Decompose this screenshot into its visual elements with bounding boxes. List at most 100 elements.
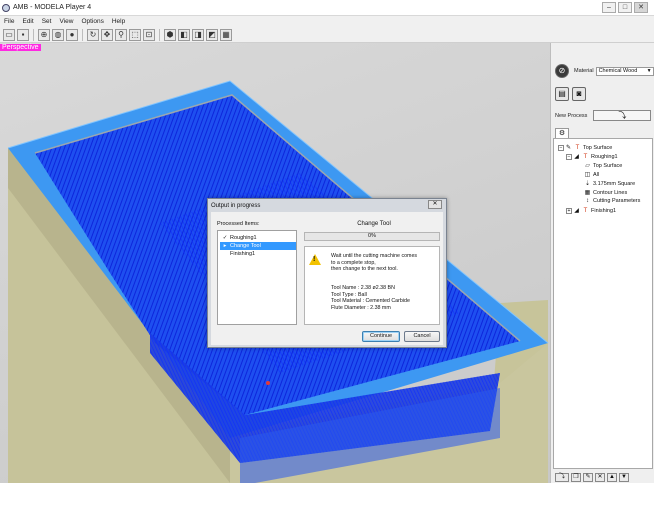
parameters-icon: ↕ [586,198,589,204]
menu-edit[interactable]: Edit [18,18,37,25]
material-select[interactable]: Chemical Wood ▼ [595,66,654,76]
tree-item-label: All [593,171,600,178]
toolpath-icon: ⤵ [618,111,627,120]
progress-text: 0% [368,233,376,239]
area-icon: ◫ [584,172,591,178]
add-process-icon[interactable]: ⤵ [555,473,569,482]
menu-bar: File Edit Set View Options Help [0,16,654,27]
new-process-row: New Process ⤵ [555,110,652,121]
list-item-label: Finishing1 [230,251,256,257]
material-label: Material [574,68,594,74]
app-icon [2,3,10,12]
fit-view-icon[interactable]: ⬚ [129,28,141,41]
pencil-icon: ✎ [565,145,572,151]
contour-icon: ▦ [584,190,591,196]
menu-view[interactable]: View [55,18,77,25]
tree-item-label: Cutting Parameters [593,198,641,204]
stock-icon[interactable]: ▤ [555,87,569,101]
toolbar: ▭ ▪ ⊕ ◍ ● ↻ ✥ ⚲ ⬚ ⊡ ⬢ ◧ ◨ ◩ ▦ [0,27,654,43]
warning-mark: ! [313,256,316,263]
list-item[interactable]: ✓ Roughing1 [220,234,296,242]
collapse-icon[interactable]: − [558,144,564,151]
toolpath-icon: ◢ [574,154,579,160]
close-button[interactable]: ✕ [634,2,648,13]
toolpath-icon: ◢ [574,208,579,214]
zoom-icon[interactable]: ⚲ [115,28,127,41]
tree-item-label: Top Surface [593,162,623,169]
message-line: then change to the next tool. [331,266,398,272]
continue-button[interactable]: Continue [362,331,400,342]
material-icon[interactable]: ⊘ [555,64,569,78]
list-item[interactable]: ▸ Change Tool [220,242,296,250]
output-progress-dialog: Output in progress ✕ Processed Items: ✓ … [207,198,447,348]
new-process-label: New Process [555,112,588,119]
collapse-icon[interactable]: − [566,153,572,160]
dialog-close-button[interactable]: ✕ [428,200,442,209]
window-controls: – □ ✕ [602,2,648,13]
tool-details: Tool Name : 2.38 ø2.38 BN Tool Type : Ba… [331,285,437,311]
tree-item-tool[interactable]: ⇣ 3.175mm Square [584,180,636,188]
save-icon[interactable]: ▪ [17,28,29,41]
tool-icon: T [575,144,580,151]
tree-item-label: Finishing1 [591,207,617,214]
tree-tools: ⤵ ❐ ✎ ✕ ▲ ▼ [555,473,629,482]
dialog-title: Output in progress [211,202,261,209]
delete-icon[interactable]: ✕ [595,473,605,482]
view-front-icon[interactable]: ◨ [192,28,204,41]
tree-item-label: 3.175mm Square [593,180,636,187]
open-icon[interactable]: ▭ [3,28,15,41]
pan-icon[interactable]: ✥ [101,28,113,41]
processed-items-list[interactable]: ✓ Roughing1 ▸ Change Tool Finishing1 [217,230,297,325]
expand-icon[interactable]: + [566,207,572,214]
panel-tools: ▤ ◙ [555,87,586,101]
center-icon[interactable]: ⊕ [38,28,50,41]
refresh-icon[interactable]: ↻ [87,28,99,41]
move-up-icon[interactable]: ▲ [607,473,617,482]
process-tree-tab[interactable]: ⚙ [555,128,569,138]
minimize-button[interactable]: – [602,2,616,13]
process-tree: − ✎ T Top Surface − ◢ T Roughing1 ▱ Top … [553,138,653,469]
tree-item-roughing1[interactable]: − ◢ T Roughing1 [566,153,618,160]
tool-icon: T [583,153,588,160]
tree-item-contour-lines[interactable]: ▦ Contour Lines [584,189,628,197]
processed-items-label: Processed Items: [217,221,260,227]
tree-item-cutting-parameters[interactable]: ↕ Cutting Parameters [584,198,640,204]
tree-item-finishing1[interactable]: + ◢ T Finishing1 [566,207,616,214]
tree-item-top-surface-root[interactable]: − ✎ T Top Surface [558,144,612,151]
cancel-button[interactable]: Cancel [404,331,440,342]
surface-icon: ▱ [585,163,590,169]
window-title: AMB - MODELA Player 4 [13,4,92,11]
tree-item-label: Contour Lines [593,189,628,196]
tree-item-all[interactable]: ◫ All [584,171,600,179]
message-box: ! Wait until the cutting machine comes t… [304,246,440,325]
grid-view-icon[interactable]: ▦ [220,28,232,41]
menu-options[interactable]: Options [77,18,107,25]
material-row: ⊘ Material Chemical Wood ▼ [555,64,654,78]
menu-help[interactable]: Help [108,18,129,25]
maximize-button[interactable]: □ [618,2,632,13]
rotate-view-icon[interactable]: ◍ [52,28,64,41]
current-step-label: Change Tool [357,221,391,227]
solid-view-icon[interactable]: ● [66,28,78,41]
preview-icon[interactable]: ◙ [572,87,586,101]
view-side-icon[interactable]: ◩ [206,28,218,41]
tree-item-label: Roughing1 [591,153,618,160]
edit-icon[interactable]: ✎ [583,473,593,482]
tree-item-label: Top Surface [583,144,613,151]
view-mode-label: Perspective [0,44,41,51]
flute-diameter: Flute Diameter : 2.38 mm [331,304,391,311]
tool-icon: T [583,207,588,214]
move-down-icon[interactable]: ▼ [619,473,629,482]
side-panel: ⊘ Material Chemical Wood ▼ ▤ ◙ New Proce… [550,43,654,483]
menu-set[interactable]: Set [38,18,56,25]
checkmark-icon: ✓ [222,235,228,241]
new-process-button[interactable]: ⤵ [593,110,652,121]
zoom-window-icon[interactable]: ⊡ [143,28,155,41]
message-text: Wait until the cutting machine comes to … [331,253,437,273]
view-iso-icon[interactable]: ⬢ [164,28,176,41]
view-top-icon[interactable]: ◧ [178,28,190,41]
list-item[interactable]: Finishing1 [220,250,296,258]
copy-icon[interactable]: ❐ [571,473,581,482]
menu-file[interactable]: File [0,18,18,25]
tree-item-top-surface[interactable]: ▱ Top Surface [584,162,623,170]
